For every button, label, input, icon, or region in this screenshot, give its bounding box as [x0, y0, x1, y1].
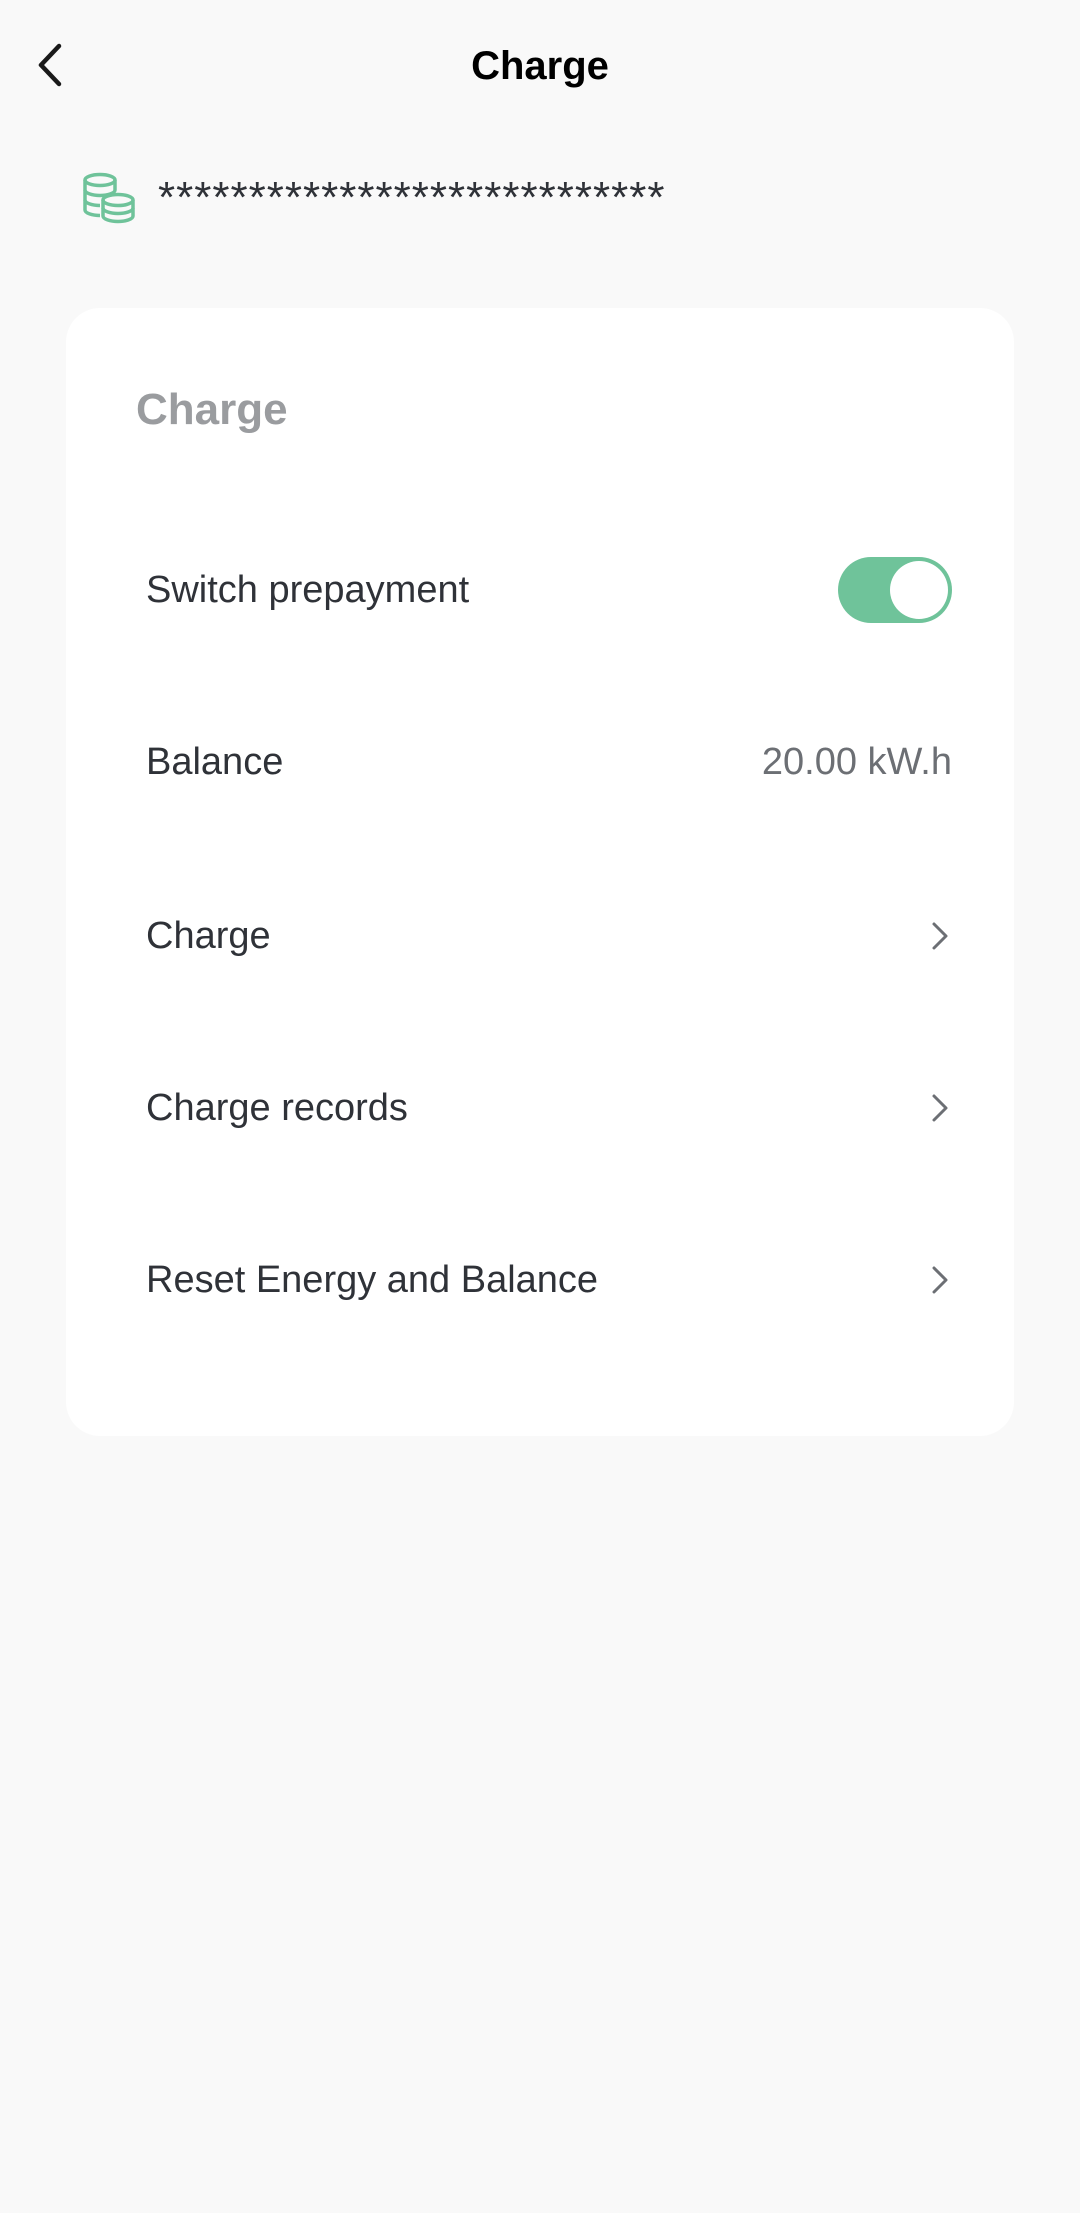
charge-records-row[interactable]: Charge records — [146, 1068, 952, 1148]
charge-label: Charge — [146, 915, 271, 957]
switch-prepayment-row: Switch prepayment — [146, 550, 952, 630]
charge-card: Charge Switch prepayment Balance 20.00 k… — [66, 308, 1014, 1436]
page-title: Charge — [471, 44, 609, 88]
device-id: **************************** — [158, 173, 666, 222]
charge-row[interactable]: Charge — [146, 896, 952, 976]
toggle-knob — [890, 561, 948, 619]
chevron-right-icon — [932, 1266, 948, 1294]
chevron-right-icon — [932, 1094, 948, 1122]
prepayment-toggle[interactable] — [838, 557, 952, 623]
balance-value: 20.00 kW.h — [761, 741, 952, 783]
chevron-right-icon — [932, 922, 948, 950]
card-title: Charge — [136, 385, 288, 434]
balance-row: Balance 20.00 kW.h — [146, 722, 952, 802]
top-bar: Charge — [0, 0, 1080, 134]
charge-records-label: Charge records — [146, 1087, 408, 1129]
reset-energy-label: Reset Energy and Balance — [146, 1259, 599, 1301]
coins-icon — [83, 172, 135, 224]
device-row: **************************** — [80, 168, 665, 228]
reset-energy-row[interactable]: Reset Energy and Balance — [146, 1240, 952, 1320]
switch-prepayment-label: Switch prepayment — [146, 569, 470, 611]
balance-label: Balance — [146, 741, 284, 783]
